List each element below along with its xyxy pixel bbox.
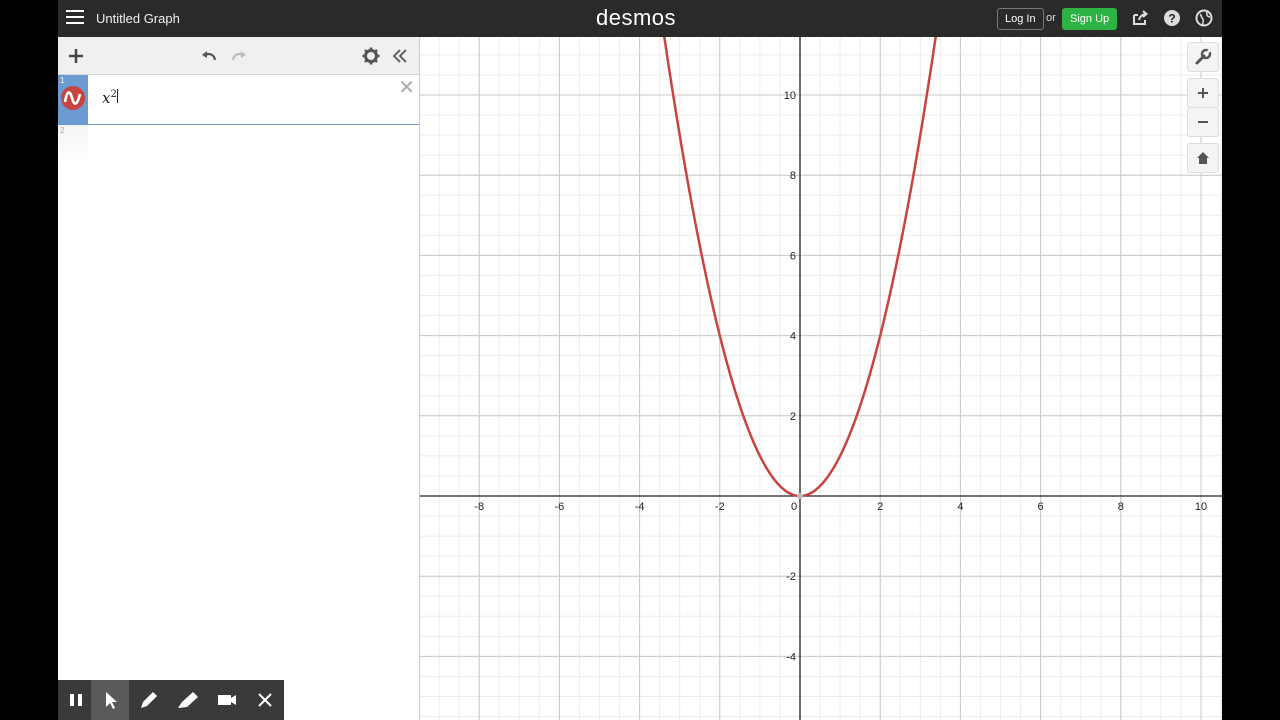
undo-icon[interactable] [199, 46, 219, 66]
globe-icon[interactable] [1195, 9, 1213, 27]
x-tick-label: -2 [715, 501, 725, 513]
graph-paper[interactable]: -8 -6 -4 -2 0 2 4 6 8 10 10 8 6 4 2 -2 -4 [420, 37, 1222, 720]
menu-icon[interactable] [66, 10, 84, 26]
x-tick-label: 0 [791, 501, 797, 513]
expression-index: 2 [60, 126, 65, 135]
plus-icon[interactable] [66, 46, 86, 66]
zoom-out-icon [1198, 121, 1208, 123]
svg-text:?: ? [1168, 12, 1175, 26]
y-tick-label: 2 [790, 411, 796, 423]
collapse-icon[interactable] [390, 46, 410, 66]
graph-title[interactable]: Untitled Graph [96, 11, 180, 26]
zoom-in-icon [1198, 88, 1208, 98]
vertex-point[interactable] [797, 493, 803, 499]
x-tick-label: 10 [1195, 501, 1207, 513]
signup-button[interactable]: Sign Up [1062, 8, 1118, 30]
delete-expression-icon[interactable]: ✕ [398, 78, 415, 98]
annotation-toolbar [58, 680, 284, 720]
wave-icon [63, 91, 82, 105]
close-icon[interactable] [246, 680, 284, 720]
y-tick-label: -4 [786, 651, 796, 663]
header-bar: Untitled Graph desmos Log In or Sign Up … [58, 0, 1222, 37]
empty-expression-row[interactable]: 2 [58, 125, 419, 165]
pen-icon[interactable] [129, 680, 167, 720]
graph-canvas[interactable]: -8 -6 -4 -2 0 2 4 6 8 10 10 8 6 4 2 -2 -4 [420, 37, 1222, 720]
expression-input[interactable]: x2 [102, 89, 118, 107]
x-tick-label: 2 [877, 501, 883, 513]
y-tick-label: -2 [786, 571, 796, 583]
highlighter-icon[interactable] [168, 680, 206, 720]
wrench-icon [1195, 48, 1212, 65]
x-tick-label: 6 [1038, 501, 1044, 513]
graph-visibility-toggle[interactable] [61, 86, 85, 110]
default-viewport-button[interactable] [1187, 143, 1219, 173]
gear-icon[interactable] [361, 46, 381, 66]
y-tick-label: 4 [790, 331, 796, 343]
expression-index: 1 [60, 76, 65, 85]
graph-settings-button[interactable] [1187, 42, 1219, 72]
or-label: or [1046, 12, 1056, 24]
login-button[interactable]: Log In [997, 8, 1044, 30]
expression-gutter: 1 [58, 75, 88, 124]
pointer-icon[interactable] [91, 680, 129, 720]
redo-icon[interactable] [229, 46, 249, 66]
x-tick-label: -4 [635, 501, 645, 513]
zoom-out-button[interactable] [1187, 107, 1219, 137]
x-tick-label: 8 [1118, 501, 1124, 513]
camera-icon[interactable] [207, 680, 245, 720]
y-tick-label: 6 [790, 250, 796, 262]
y-tick-label: 10 [784, 90, 796, 102]
desmos-app: Untitled Graph desmos Log In or Sign Up … [58, 0, 1222, 720]
x-tick-label: 4 [957, 501, 963, 513]
help-icon[interactable]: ? [1163, 9, 1181, 27]
desmos-logo: desmos [596, 5, 677, 30]
expression-panel: 1 x2 ✕ 2 [58, 37, 420, 720]
zoom-in-button[interactable] [1187, 78, 1219, 108]
expression-row[interactable]: 1 x2 ✕ [58, 75, 419, 125]
y-tick-label: 8 [790, 170, 796, 182]
x-tick-label: -6 [555, 501, 565, 513]
expression-toolbar [58, 37, 419, 75]
text-cursor [116, 89, 118, 103]
x-tick-label: -8 [474, 501, 484, 513]
expression-gutter: 2 [58, 125, 88, 165]
home-icon [1197, 152, 1209, 164]
share-icon[interactable] [1131, 9, 1149, 27]
